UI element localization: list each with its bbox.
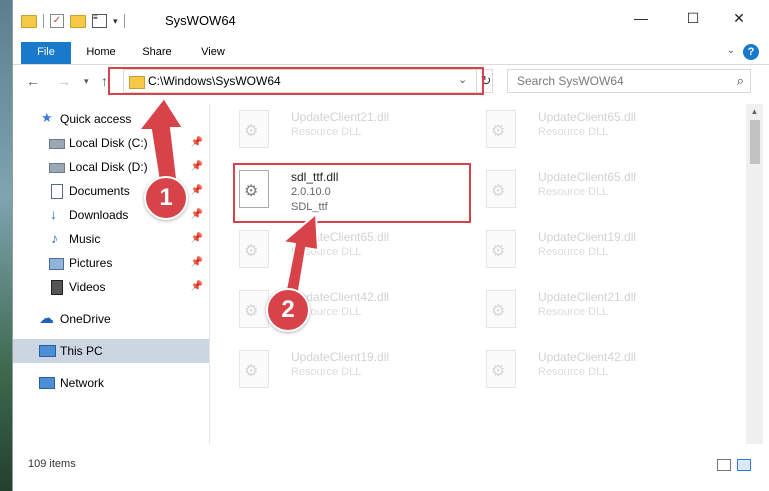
gear-icon: ⚙ <box>491 123 506 140</box>
gear-icon: ⚙ <box>491 183 506 200</box>
forward-arrow-icon[interactable]: → <box>57 73 71 89</box>
sidebar-item-videos[interactable]: Videos 📌 <box>13 275 209 299</box>
file-item[interactable]: ⚙ UpdateClient65.dll Resource DLL <box>468 164 698 220</box>
dll-file-icon: ⚙ <box>239 230 269 268</box>
minimize-button[interactable]: — <box>631 10 651 26</box>
dll-file-icon: ⚙ <box>486 230 516 268</box>
pin-icon[interactable]: 📌 <box>191 137 203 148</box>
chevron-down-icon[interactable]: ▾ <box>113 16 118 27</box>
sidebar-item-local-disk-c[interactable]: Local Disk (C:) 📌 <box>13 131 209 155</box>
toolbar-separator <box>43 14 44 28</box>
dll-file-icon: ⚙ <box>239 350 269 388</box>
large-icons-view-icon[interactable] <box>737 459 751 471</box>
sidebar-item-pictures[interactable]: Pictures 📌 <box>13 251 209 275</box>
vertical-scrollbar[interactable]: ▲ <box>746 104 763 444</box>
star-icon: ★ <box>41 110 53 125</box>
new-folder-icon[interactable] <box>70 14 86 28</box>
gear-icon: ⚙ <box>244 123 259 140</box>
recent-locations-icon[interactable]: ▾ <box>84 76 89 87</box>
close-button[interactable]: ✕ <box>729 10 749 27</box>
sidebar-item-network[interactable]: Network <box>13 371 209 395</box>
pin-icon[interactable]: 📌 <box>191 257 203 268</box>
dll-file-icon: ⚙ <box>486 110 516 148</box>
back-arrow-icon[interactable]: ← <box>26 73 40 89</box>
folder-icon[interactable] <box>21 14 37 28</box>
tab-share[interactable]: Share <box>137 42 177 64</box>
scroll-up-icon[interactable]: ▲ <box>746 104 763 120</box>
pin-icon[interactable]: 📌 <box>191 161 203 172</box>
sidebar-item-local-disk-d[interactable]: Local Disk (D:) 📌 <box>13 155 209 179</box>
computer-icon <box>39 345 56 357</box>
file-item[interactable]: ⚙ UpdateClient21.dll Resource DLL <box>468 284 698 340</box>
gear-icon: ⚙ <box>244 363 259 380</box>
file-item[interactable]: ⚙ UpdateClient42.dll Resource DLL <box>468 344 698 400</box>
help-icon[interactable]: ? <box>743 44 759 60</box>
pin-icon[interactable]: 📌 <box>191 209 203 220</box>
file-item[interactable]: ⚙ UpdateClient19.dll Resource DLL <box>468 224 698 280</box>
toolbar-separator <box>123 14 125 28</box>
network-icon <box>39 377 55 389</box>
music-icon: ♪ <box>51 230 58 246</box>
gear-icon: ⚙ <box>491 363 506 380</box>
gear-icon: ⚙ <box>491 303 506 320</box>
navigation-pane: ★ Quick access Local Disk (C:) 📌 Local D… <box>13 104 210 444</box>
search-box[interactable]: Search SysWOW64 ⌕ <box>507 69 751 93</box>
search-icon[interactable]: ⌕ <box>737 73 744 89</box>
window-title: SysWOW64 <box>165 13 236 28</box>
tab-home[interactable]: Home <box>81 42 121 64</box>
pictures-icon <box>49 258 64 270</box>
status-bar: 109 items <box>13 452 769 478</box>
gear-icon: ⚙ <box>244 243 259 260</box>
dll-file-icon: ⚙ <box>239 110 269 148</box>
drive-icon <box>49 139 65 149</box>
tab-file[interactable]: File <box>21 42 71 64</box>
file-list: ⚙ UpdateClient21.dll Resource DLL ⚙ sdl_… <box>213 104 745 444</box>
file-item[interactable]: ⚙ UpdateClient65.dll Resource DLL <box>468 104 698 160</box>
file-item[interactable]: ⚙ UpdateClient65.dll Resource DLL <box>221 224 451 280</box>
title-bar: ✓ ≡ ▾ SysWOW64 — ☐ ✕ <box>13 0 769 42</box>
download-icon: ↓ <box>50 206 57 222</box>
file-item[interactable]: ⚙ UpdateClient21.dll Resource DLL <box>221 104 451 160</box>
pin-icon[interactable]: 📌 <box>191 233 203 244</box>
documents-icon <box>51 184 63 199</box>
dll-file-icon: ⚙ <box>486 350 516 388</box>
search-input[interactable]: Search SysWOW64 <box>517 74 624 88</box>
drive-icon <box>49 163 65 173</box>
up-arrow-icon[interactable]: ↑ <box>101 73 108 89</box>
file-item[interactable]: ⚙ UpdateClient42.dll Resource DLL <box>221 284 451 340</box>
customize-icon[interactable]: ≡ <box>92 14 107 28</box>
maximize-button[interactable]: ☐ <box>683 10 703 27</box>
pin-icon[interactable]: 📌 <box>191 281 203 292</box>
tab-view[interactable]: View <box>193 42 233 64</box>
properties-check-icon[interactable]: ✓ <box>50 14 64 28</box>
pin-icon[interactable]: 📌 <box>191 185 203 196</box>
file-highlight-box <box>233 163 471 223</box>
details-view-icon[interactable] <box>717 459 731 471</box>
step-badge-2: 2 <box>266 288 310 332</box>
file-item[interactable]: ⚙ UpdateClient19.dll Resource DLL <box>221 344 451 400</box>
item-count: 109 items <box>28 458 76 470</box>
sidebar-item-music[interactable]: ♪ Music 📌 <box>13 227 209 251</box>
chevron-down-icon[interactable]: ⌄ <box>727 45 735 56</box>
sidebar-item-onedrive[interactable]: ☁ OneDrive <box>13 307 209 331</box>
dll-file-icon: ⚙ <box>239 290 269 328</box>
gear-icon: ⚙ <box>491 243 506 260</box>
gear-icon: ⚙ <box>244 303 259 320</box>
ribbon-tabs: File Home Share View ⌄ ? <box>13 42 769 65</box>
videos-icon <box>51 280 63 295</box>
cloud-icon: ☁ <box>39 310 54 327</box>
sidebar-item-this-pc[interactable]: This PC <box>13 339 209 363</box>
dll-file-icon: ⚙ <box>486 170 516 208</box>
quick-access-toolbar: ✓ ≡ ▾ <box>21 14 125 28</box>
dll-file-icon: ⚙ <box>486 290 516 328</box>
scrollbar-thumb[interactable] <box>750 120 760 164</box>
address-highlight-box <box>108 67 484 95</box>
step-badge-1: 1 <box>144 176 188 220</box>
sidebar-item-quick-access[interactable]: ★ Quick access <box>13 107 209 131</box>
